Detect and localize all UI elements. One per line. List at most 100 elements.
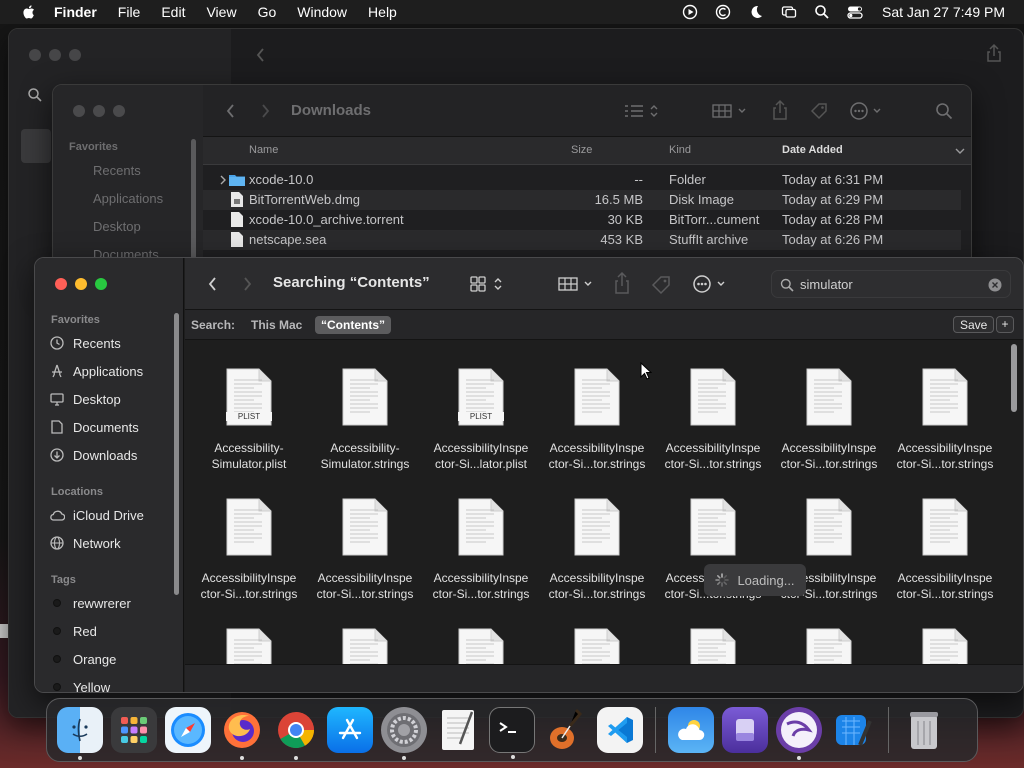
column-name[interactable]: Name bbox=[249, 144, 278, 156]
menu-file[interactable]: File bbox=[118, 4, 141, 20]
sidebar-tag-orange[interactable]: Orange bbox=[49, 647, 116, 671]
sidebar-item-applications[interactable]: Applications bbox=[93, 191, 163, 206]
weather-icon[interactable] bbox=[668, 707, 714, 753]
chrome-icon[interactable] bbox=[273, 707, 319, 760]
more-actions-icon[interactable] bbox=[849, 101, 887, 121]
list-view-icon[interactable] bbox=[623, 102, 663, 120]
share-icon[interactable] bbox=[613, 271, 631, 295]
forward-arrow-icon[interactable] bbox=[241, 276, 253, 292]
menu-clock[interactable]: Sat Jan 27 7:49 PM bbox=[882, 4, 1005, 20]
system-preferences-icon[interactable] bbox=[381, 707, 427, 760]
creative-cloud-icon[interactable] bbox=[715, 4, 731, 20]
strings-file-item[interactable] bbox=[191, 628, 307, 664]
save-search-button[interactable]: Save bbox=[953, 316, 995, 333]
strings-file-item[interactable]: AccessibilityInspector-Si...tor.strings bbox=[887, 368, 1003, 472]
tag-icon[interactable] bbox=[650, 274, 672, 296]
strings-file-item[interactable]: AccessibilityInspector-Si...tor.strings bbox=[771, 368, 887, 472]
textedit-icon[interactable] bbox=[435, 707, 481, 753]
finder-window-downloads[interactable]: Favorites Recents Applications Desktop D… bbox=[52, 84, 972, 284]
sidebar-scrollbar[interactable] bbox=[174, 313, 179, 595]
tag-icon[interactable] bbox=[809, 101, 829, 121]
strings-file-item[interactable]: AccessibilityInspector-Si...tor.strings bbox=[423, 498, 539, 602]
firefox-icon[interactable] bbox=[219, 707, 265, 760]
app-store-icon[interactable] bbox=[327, 707, 373, 753]
search-input[interactable]: simulator bbox=[800, 277, 853, 292]
menu-window[interactable]: Window bbox=[297, 4, 347, 20]
sidebar-item-recents[interactable]: Recents bbox=[93, 163, 141, 178]
disk-utility-icon[interactable] bbox=[722, 707, 768, 753]
results-scrollbar[interactable] bbox=[1011, 344, 1017, 412]
back-arrow-icon[interactable] bbox=[255, 47, 267, 63]
finder-icon[interactable] bbox=[57, 707, 103, 760]
scope-this-mac[interactable]: This Mac bbox=[251, 318, 302, 332]
more-actions-icon[interactable] bbox=[692, 274, 732, 294]
sidebar-item-desktop[interactable]: Desktop bbox=[49, 387, 121, 411]
terminal-icon[interactable] bbox=[489, 707, 535, 759]
sidebar-item-downloads[interactable]: Downloads bbox=[49, 443, 137, 467]
strings-file-item[interactable]: AccessibilityInspector-Si...tor.strings bbox=[191, 498, 307, 602]
share-icon[interactable] bbox=[771, 99, 789, 121]
menu-help[interactable]: Help bbox=[368, 4, 397, 20]
clear-search-icon[interactable] bbox=[988, 278, 1002, 292]
results-icon-grid[interactable]: PLIST Accessibility- Simulator.plist Access… bbox=[185, 342, 1023, 664]
strings-file-item[interactable] bbox=[539, 628, 655, 664]
plist-file-item[interactable]: PLIST AccessibilityInspe ctor-Si...lator.p… bbox=[423, 368, 539, 472]
table-row[interactable]: netscape.sea 453 KB StuffIt archive Toda… bbox=[203, 230, 961, 250]
vscode-icon[interactable] bbox=[597, 707, 643, 753]
group-by-icon[interactable] bbox=[557, 274, 597, 294]
strings-file-item[interactable] bbox=[771, 628, 887, 664]
safari-icon[interactable] bbox=[165, 707, 211, 753]
launchpad-icon[interactable] bbox=[111, 707, 157, 753]
spotlight-search-icon[interactable] bbox=[814, 4, 830, 20]
strings-file-item[interactable] bbox=[307, 628, 423, 664]
sidebar-item-documents[interactable]: Documents bbox=[49, 415, 139, 439]
search-icon[interactable] bbox=[935, 102, 953, 120]
strings-file-item[interactable]: AccessibilityInspector-Si...tor.strings bbox=[887, 498, 1003, 602]
menu-go[interactable]: Go bbox=[258, 4, 277, 20]
trash-icon[interactable] bbox=[901, 707, 947, 753]
minimize-button[interactable] bbox=[75, 278, 87, 290]
minimize-button[interactable] bbox=[49, 49, 61, 61]
zoom-button[interactable] bbox=[69, 49, 81, 61]
add-criteria-button[interactable]: + bbox=[996, 316, 1014, 333]
sidebar-item-icloud-drive[interactable]: iCloud Drive bbox=[49, 503, 144, 527]
table-row[interactable]: xcode-10.0 -- Folder Today at 6:31 PM bbox=[203, 170, 961, 190]
icon-view-icon[interactable] bbox=[469, 274, 507, 294]
back-arrow-icon[interactable] bbox=[225, 103, 237, 119]
column-date-added[interactable]: Date Added bbox=[782, 144, 843, 156]
strings-file-item[interactable] bbox=[887, 628, 1003, 664]
bittorrent-icon[interactable] bbox=[776, 707, 822, 760]
strings-file-item[interactable] bbox=[423, 628, 539, 664]
table-row[interactable]: xcode-10.0_archive.torrent 30 KB BitTorr… bbox=[203, 210, 961, 230]
zoom-button[interactable] bbox=[95, 278, 107, 290]
screen-mirroring-icon[interactable] bbox=[781, 4, 797, 20]
group-by-icon[interactable] bbox=[711, 102, 751, 120]
strings-file-item[interactable]: AccessibilityInspector-Si...tor.strings bbox=[539, 498, 655, 602]
search-field[interactable]: simulator bbox=[771, 270, 1011, 298]
play-status-icon[interactable] bbox=[682, 4, 698, 20]
column-size[interactable]: Size bbox=[571, 144, 592, 156]
close-button[interactable] bbox=[29, 49, 41, 61]
menu-view[interactable]: View bbox=[206, 4, 236, 20]
control-center-icon[interactable] bbox=[847, 4, 863, 20]
menu-edit[interactable]: Edit bbox=[161, 4, 185, 20]
sidebar-item-applications[interactable]: Applications bbox=[49, 359, 143, 383]
zoom-button[interactable] bbox=[113, 105, 125, 117]
menu-app-name[interactable]: Finder bbox=[54, 4, 97, 20]
close-button[interactable] bbox=[55, 278, 67, 290]
sidebar-item-desktop[interactable]: Desktop bbox=[93, 219, 141, 234]
garageband-icon[interactable] bbox=[543, 707, 589, 753]
dark-mode-icon[interactable] bbox=[748, 4, 764, 20]
sort-chevron-icon[interactable] bbox=[955, 147, 965, 155]
close-button[interactable] bbox=[73, 105, 85, 117]
forward-arrow-icon[interactable] bbox=[259, 103, 271, 119]
share-icon[interactable] bbox=[985, 43, 1003, 63]
column-kind[interactable]: Kind bbox=[669, 144, 691, 156]
sidebar-tag-yellow[interactable]: Yellow bbox=[49, 675, 110, 692]
sidebar-item-network[interactable]: Network bbox=[49, 531, 121, 555]
strings-file-item[interactable]: AccessibilityInspector-Si...tor.strings bbox=[655, 368, 771, 472]
minimize-button[interactable] bbox=[93, 105, 105, 117]
sidebar-item-recents[interactable]: Recents bbox=[49, 331, 121, 355]
sidebar-tag-rewwrerer[interactable]: rewwrerer bbox=[49, 591, 131, 615]
apple-menu-icon[interactable] bbox=[18, 4, 40, 20]
